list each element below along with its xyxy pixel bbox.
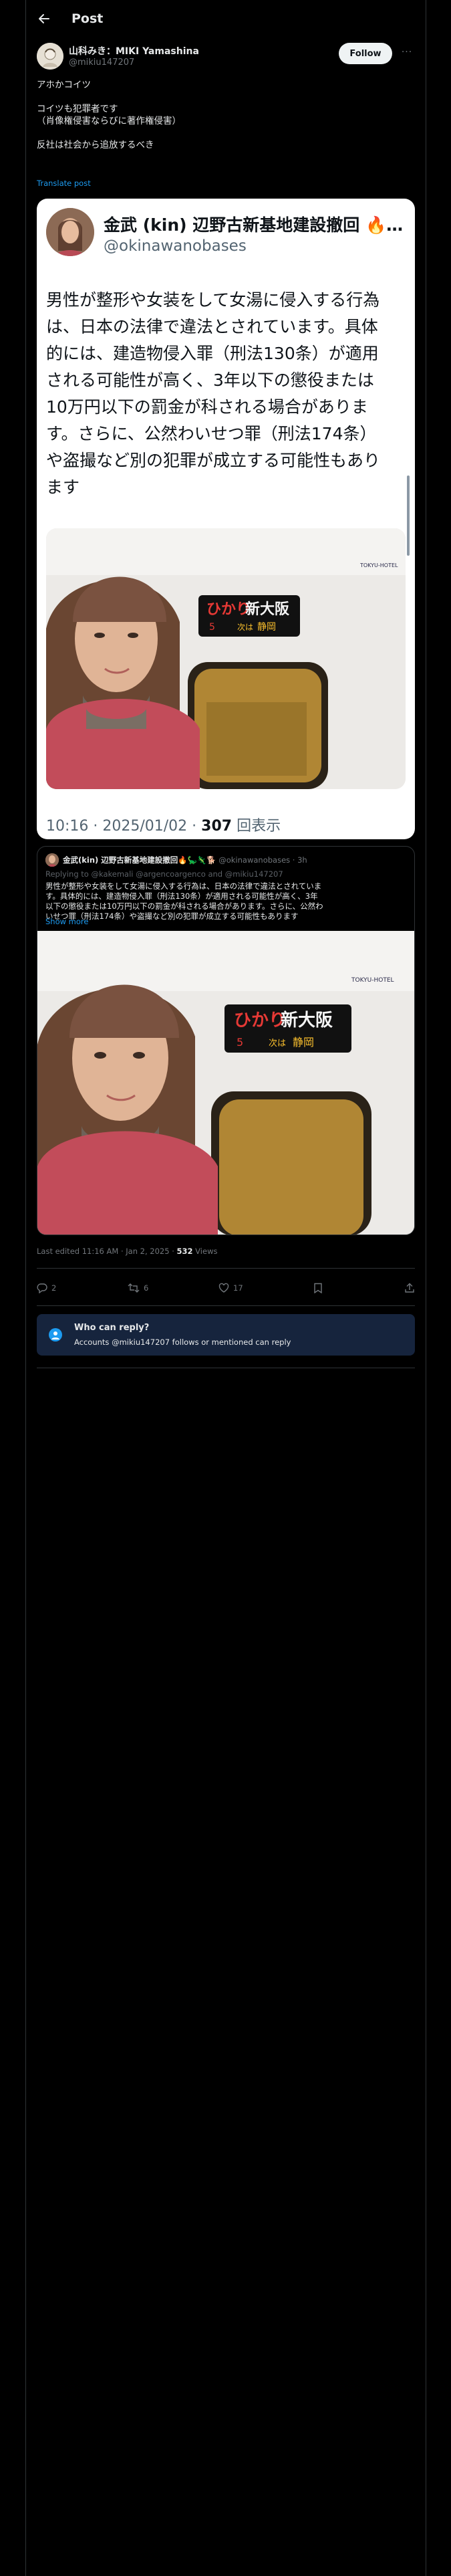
bookmark-icon	[314, 1283, 322, 1293]
embedded-screenshot-image[interactable]: 金武 (kin) 辺野古新基地建設撤回 🔥… @okinawanobases 男…	[37, 199, 415, 839]
left-border	[25, 0, 26, 2576]
quoted-line: 男性が整形や女装をして女湯に侵入する行為は、日本の法律で違法とされていま	[45, 881, 322, 891]
translate-post-link[interactable]: Translate post	[37, 179, 91, 188]
embedded-line: ます	[46, 477, 80, 497]
divider	[37, 1305, 415, 1306]
repost-count: 6	[144, 1283, 149, 1293]
sign-destination: 新大阪	[245, 601, 289, 618]
divider	[37, 1268, 415, 1269]
embedded-name: 金武 (kin) 辺野古新基地建設撤回 🔥…	[104, 215, 404, 235]
top-bar: Post	[26, 0, 426, 37]
quoted-replying-to: Replying to @kakemali @argencoargenco an…	[45, 869, 283, 879]
who-can-reply-title: Who can reply?	[74, 1323, 150, 1333]
embedded-line: や盗撮など別の犯罪が成立する可能性もあり	[46, 451, 381, 470]
embedded-line: す。さらに、公然わいせつ罪（刑法174条）	[46, 424, 377, 443]
like-button[interactable]: 17	[218, 1283, 243, 1293]
embedded-meta: 10:16 · 2025/01/02 · 307 回表示	[46, 814, 281, 835]
embedded-views-label: 回表示	[232, 818, 281, 835]
embedded-scrollbar	[407, 475, 410, 556]
post-views-count: 532	[176, 1247, 193, 1256]
embedded-avatar	[46, 208, 94, 256]
post-line	[37, 127, 181, 139]
quoted-sign-train: ひかり	[234, 1010, 286, 1031]
quoted-line: 以下の懲役または10万円以下の罰金が科される場合があります。さらに、公然わ	[45, 901, 323, 911]
reply-icon	[37, 1283, 47, 1293]
repost-icon	[128, 1283, 140, 1293]
quoted-name[interactable]: 金武(kin) 辺野古新基地建設撤回🔥🦕🦎🐕	[63, 855, 216, 865]
author-avatar[interactable]	[37, 43, 63, 70]
embedded-handle: @okinawanobases	[104, 237, 247, 255]
quoted-avatar	[45, 853, 59, 867]
like-count: 17	[233, 1283, 243, 1293]
selfie-photo: TOKYU-HOTEL ひかり 新大阪 5 次は 静岡	[46, 528, 406, 789]
embedded-line: 男性が整形や女装をして女湯に侵入する行為	[46, 290, 380, 310]
edited-timestamp[interactable]: Last edited 11:16 AM · Jan 2, 2025 ·	[37, 1247, 177, 1256]
sign-brand: TOKYU-HOTEL	[359, 562, 398, 568]
embedded-line: 的には、建造物侵入罪（刑法130条）が適用	[46, 344, 379, 363]
post-line: コイツも犯罪者です	[37, 104, 118, 114]
sign-next-station: 静岡	[257, 622, 276, 633]
share-icon	[405, 1283, 414, 1293]
post-text: アホかコイツ コイツも犯罪者です （肖像権侵害ならびに著作権侵害） 反社は社会か…	[37, 79, 181, 151]
post-views-label: Views	[192, 1247, 218, 1256]
author-name[interactable]: 山科みき：MIKI Yamashina	[69, 44, 199, 58]
quoted-photo[interactable]: TOKYU-HOTEL ひかり 新大阪 5 次は 静岡	[37, 931, 414, 1235]
post-line	[37, 91, 181, 103]
reply-count: 2	[51, 1283, 57, 1293]
sign-next: 次は	[237, 623, 253, 632]
quoted-line: す。具体的には、建造物侵入罪（刑法130条）が適用される可能性が高く、3年	[45, 891, 318, 901]
embedded-views-count: 307	[201, 818, 233, 835]
sign-car: 5	[209, 622, 215, 633]
author-row: 山科みき：MIKI Yamashina @mikiu147207 Follow …	[37, 40, 415, 70]
embedded-body: 男性が整形や女装をして女湯に侵入する行為 は、日本の法律で違法とされています。具…	[46, 287, 407, 501]
quoted-sign-next-station: 静岡	[293, 1036, 314, 1049]
who-can-reply-subtitle: Accounts @mikiu147207 follows or mention…	[74, 1337, 291, 1347]
sign-train: ひかり	[206, 601, 251, 618]
embedded-line: は、日本の法律で違法とされています。具体	[46, 317, 378, 336]
reply-button[interactable]: 2	[37, 1283, 56, 1293]
follow-button[interactable]: Follow	[339, 43, 392, 64]
post-line: アホかコイツ	[37, 80, 91, 90]
who-can-reply-notice: Who can reply? Accounts @mikiu147207 fol…	[37, 1314, 415, 1356]
heart-icon	[218, 1283, 229, 1293]
embedded-line: される可能性が高く、3年以下の懲役または	[46, 370, 374, 390]
show-more-link[interactable]: Show more	[45, 917, 88, 926]
quoted-sign-car: 5	[237, 1036, 243, 1049]
quoted-sign-destination: 新大阪	[281, 1010, 333, 1031]
repost-button[interactable]: 6	[128, 1283, 148, 1293]
post-edited-meta: Last edited 11:16 AM · Jan 2, 2025 · 532…	[37, 1247, 217, 1256]
embedded-line: 10万円以下の罰金が科される場合がありま	[46, 397, 368, 417]
quoted-post-card[interactable]: 金武(kin) 辺野古新基地建設撤回🔥🦕🦎🐕 @okinawanobases ·…	[37, 846, 415, 1235]
post-line: （肖像権侵害ならびに著作権侵害）	[37, 116, 181, 126]
back-arrow-icon[interactable]	[37, 11, 51, 26]
post-column: Post 山科みき：MIKI Yamashina @mikiu147207 Fo…	[26, 0, 426, 1368]
quoted-sign-next: 次は	[269, 1038, 286, 1049]
quoted-handle-time: @okinawanobases · 3h	[216, 855, 307, 865]
author-handle[interactable]: @mikiu147207	[69, 58, 134, 68]
post-line: 反社は社会から追放するべき	[37, 140, 154, 150]
more-options-icon[interactable]: ···	[399, 47, 415, 60]
quoted-sign-brand: TOKYU-HOTEL	[351, 977, 394, 984]
share-button[interactable]	[404, 1283, 415, 1293]
action-bar: 2 6 17	[37, 1276, 415, 1303]
embedded-timestamp: 10:16 · 2025/01/02 ·	[46, 818, 202, 835]
quoted-body: 男性が整形や女装をして女湯に侵入する行為は、日本の法律で違法とされていま す。具…	[45, 881, 323, 922]
bookmark-button[interactable]	[313, 1283, 323, 1293]
at-sign-icon	[49, 1328, 62, 1341]
quoted-header: 金武(kin) 辺野古新基地建設撤回🔥🦕🦎🐕 @okinawanobases ·…	[63, 855, 307, 865]
page-title: Post	[71, 11, 104, 26]
